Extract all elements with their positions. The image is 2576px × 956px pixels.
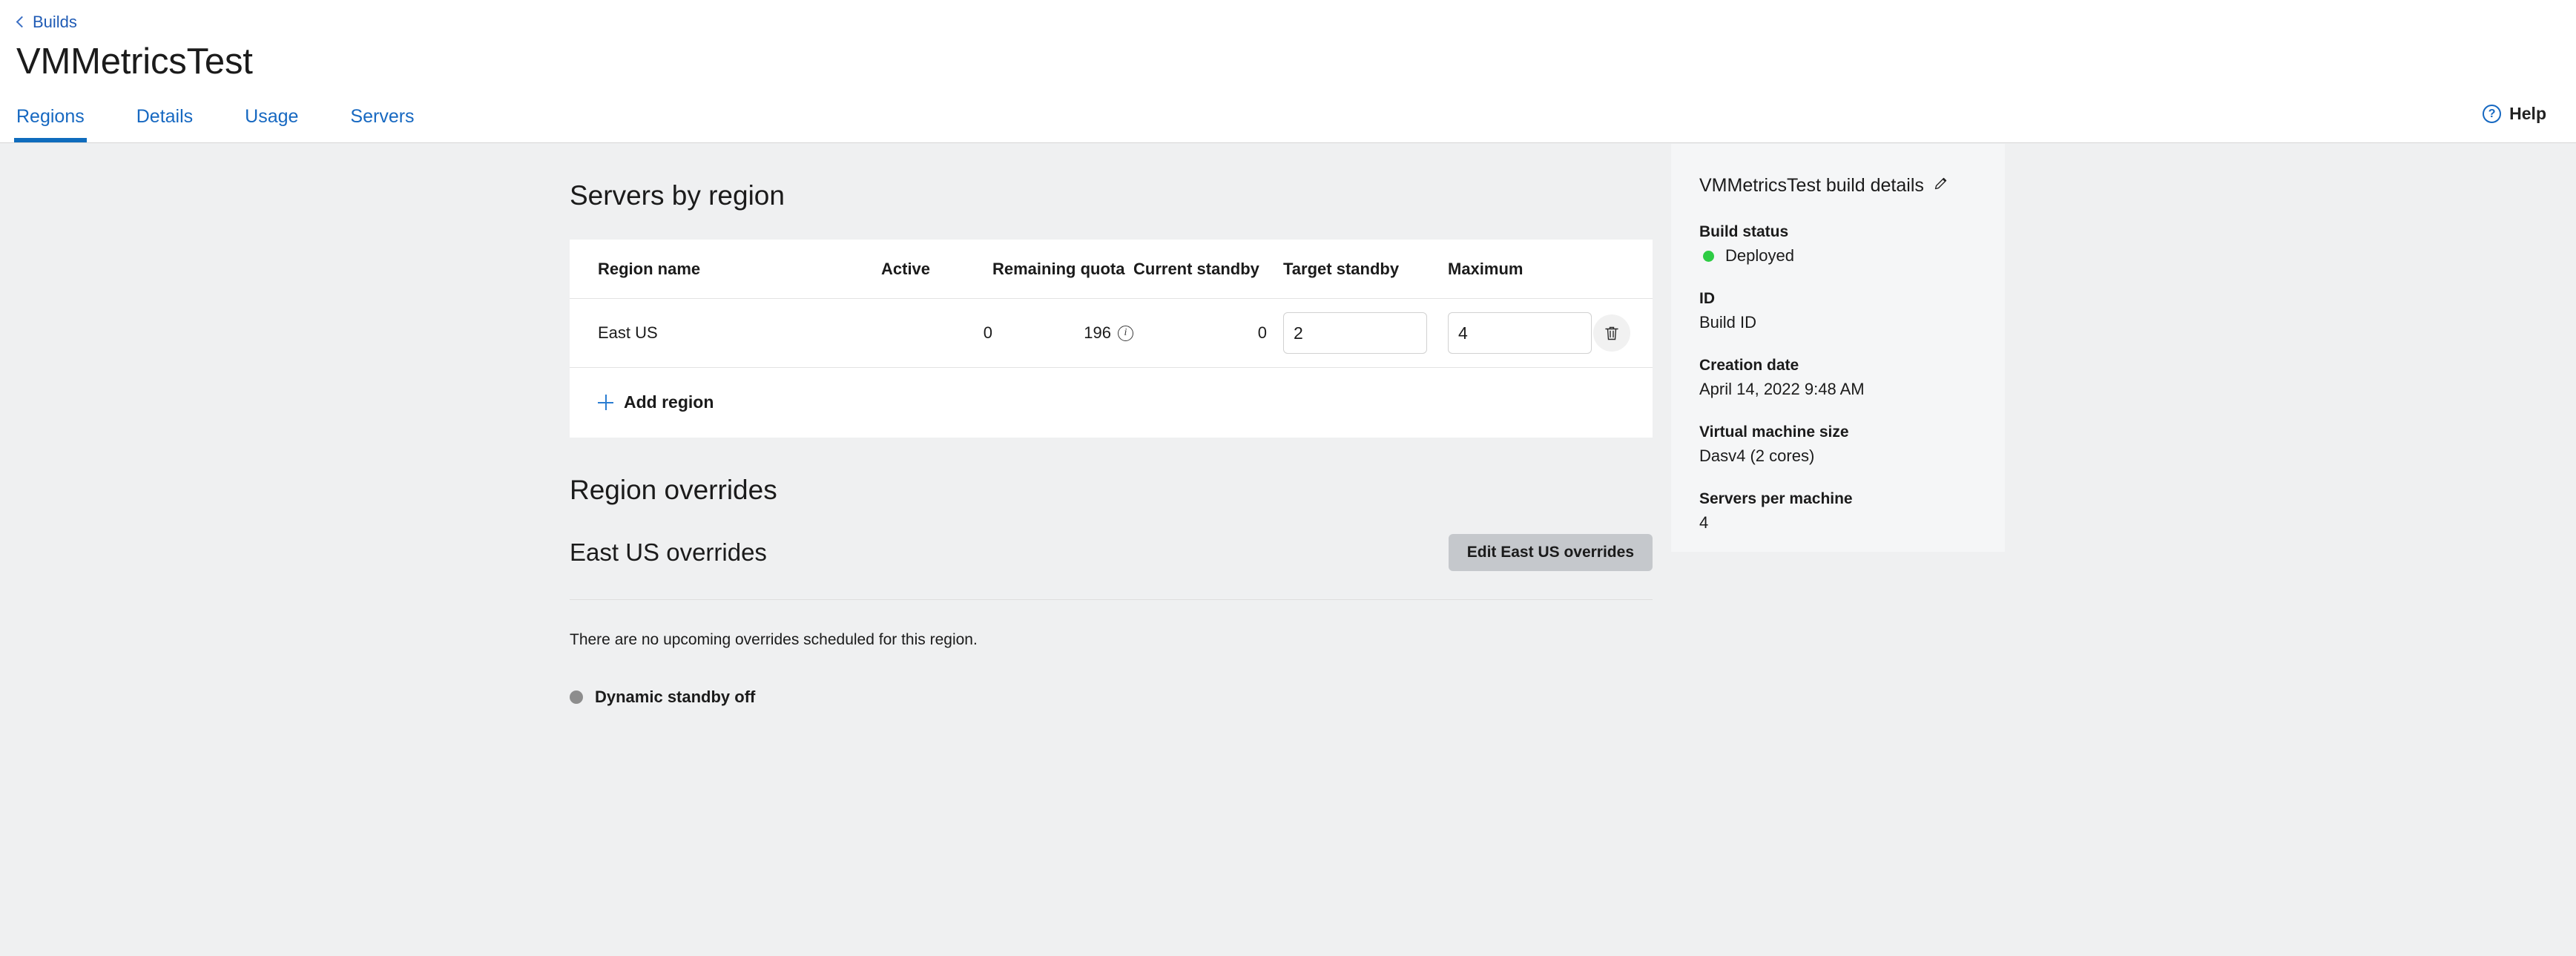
status-badge: Deployed [1699, 246, 1977, 266]
servers-per-machine-label: Servers per machine [1699, 490, 1853, 507]
east-us-overrides-label: East US overrides [570, 538, 767, 566]
id-value: Build ID [1699, 313, 1757, 332]
build-status-label: Build status [1699, 223, 1789, 240]
col-header-region-name: Region name [570, 240, 881, 299]
field-id: ID Build ID [1699, 290, 1977, 332]
maximum-input[interactable] [1448, 312, 1592, 354]
overrides-divider [570, 599, 1653, 600]
region-overrides-header: East US overrides Edit East US overrides [570, 534, 1653, 571]
tab-details[interactable]: Details [136, 106, 193, 142]
no-overrides-message: There are no upcoming overrides schedule… [570, 631, 978, 648]
delete-region-button[interactable] [1593, 314, 1630, 352]
info-icon[interactable]: i [1118, 325, 1133, 341]
servers-by-region-title: Servers by region [570, 180, 785, 211]
edit-east-us-overrides-button[interactable]: Edit East US overrides [1448, 534, 1653, 571]
region-overrides-title: Region overrides [570, 475, 777, 505]
cell-delete-action [1593, 298, 1653, 368]
regions-table: Region name Active Remaining quota Curre… [570, 240, 1653, 368]
tab-servers[interactable]: Servers [350, 106, 414, 142]
vm-size-value: Dasv4 (2 cores) [1699, 446, 1815, 465]
plus-icon [598, 395, 613, 410]
creation-date-value: April 14, 2022 9:48 AM [1699, 380, 1865, 398]
main-column: Servers by region Region name Active Rem… [570, 143, 1653, 707]
cell-active: 0 [881, 298, 992, 368]
tab-bar: Regions Details Usage Servers [14, 93, 467, 142]
page-title: VMMetricsTest [16, 42, 253, 82]
breadcrumb-label: Builds [33, 13, 77, 31]
build-details-title: VMMetricsTest build details [1699, 175, 1924, 196]
build-details-panel: VMMetricsTest build details Build status… [1671, 144, 2005, 552]
add-region-button[interactable]: Add region [570, 368, 1653, 438]
question-circle-icon: ? [2483, 105, 2502, 123]
add-region-label: Add region [624, 392, 714, 412]
field-vm-size: Virtual machine size Dasv4 (2 cores) [1699, 423, 1977, 466]
cell-target-standby [1267, 298, 1432, 368]
dynamic-standby-status: Dynamic standby off [570, 688, 1653, 707]
dynamic-standby-label: Dynamic standby off [595, 688, 756, 706]
servers-by-region-card: Region name Active Remaining quota Curre… [570, 240, 1653, 438]
cell-remaining-quota: 196 i [992, 298, 1133, 368]
col-header-active: Active [881, 240, 992, 299]
col-header-current-standby: Current standby [1133, 240, 1267, 299]
id-label: ID [1699, 290, 1715, 307]
main-content: Servers by region Region name Active Rem… [0, 143, 2576, 955]
table-row: East US 0 196 i 0 [570, 298, 1653, 368]
status-dot-green-icon [1703, 250, 1714, 262]
cell-region-name: East US [570, 298, 881, 368]
col-header-remaining-quota: Remaining quota [992, 240, 1133, 299]
remaining-quota-value: 196 [1084, 323, 1111, 342]
build-details-title-row: VMMetricsTest build details [1699, 175, 1977, 197]
breadcrumb-back-builds[interactable]: Builds [16, 13, 77, 32]
field-build-status: Build status Deployed [1699, 223, 1977, 266]
tab-regions[interactable]: Regions [14, 106, 87, 142]
help-button[interactable]: ? Help [2483, 104, 2546, 124]
build-status-value: Deployed [1725, 246, 1794, 265]
table-header-row: Region name Active Remaining quota Curre… [570, 240, 1653, 299]
trash-icon [1605, 326, 1618, 340]
edit-pencil-icon[interactable] [1933, 175, 1949, 197]
status-dot-icon [570, 690, 583, 704]
cell-current-standby: 0 [1133, 298, 1267, 368]
servers-per-machine-value: 4 [1699, 513, 1709, 532]
col-header-actions [1593, 240, 1653, 299]
col-header-maximum: Maximum [1432, 240, 1593, 299]
target-standby-input[interactable] [1283, 312, 1427, 354]
tab-usage[interactable]: Usage [245, 106, 298, 142]
field-creation-date: Creation date April 14, 2022 9:48 AM [1699, 357, 1977, 399]
creation-date-label: Creation date [1699, 357, 1799, 374]
page-header: Builds VMMetricsTest Regions Details Usa… [0, 0, 2576, 143]
help-label: Help [2509, 104, 2546, 123]
vm-size-label: Virtual machine size [1699, 423, 1849, 441]
field-servers-per-machine: Servers per machine 4 [1699, 490, 1977, 533]
cell-maximum [1432, 298, 1593, 368]
col-header-target-standby: Target standby [1267, 240, 1432, 299]
chevron-left-icon [16, 16, 28, 28]
